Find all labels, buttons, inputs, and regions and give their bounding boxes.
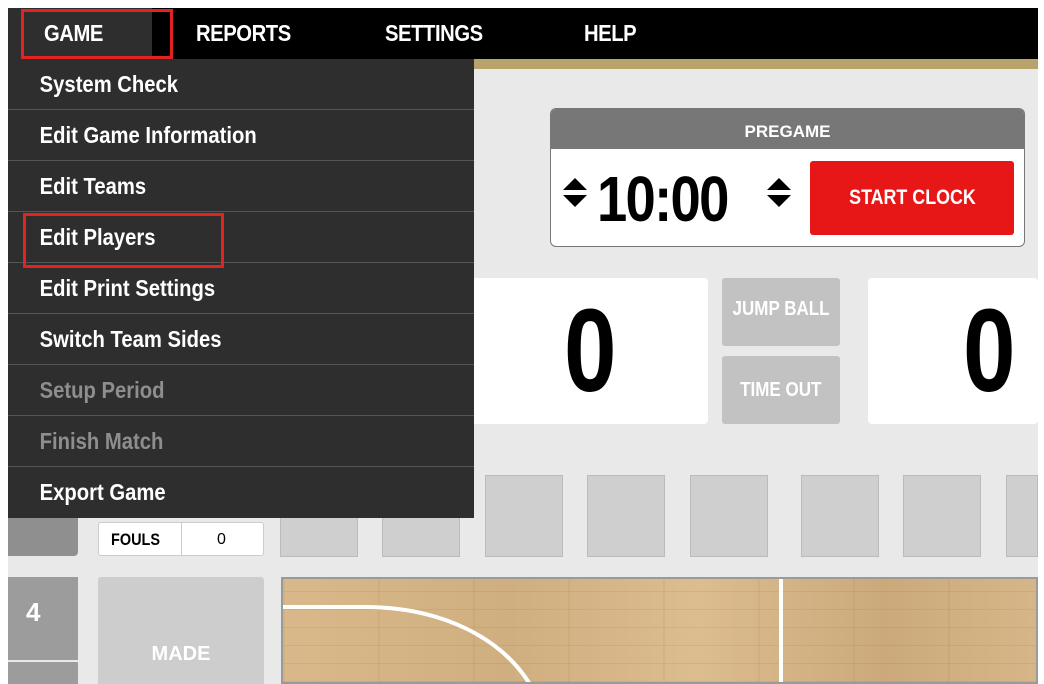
chevron-down-icon[interactable] [563, 195, 587, 207]
time-out-button[interactable]: TIME OUT [722, 356, 840, 424]
start-clock-button[interactable]: START CLOCK [810, 161, 1014, 235]
basketball-court[interactable] [281, 577, 1038, 684]
menu-item-export-game[interactable]: Export Game [8, 467, 474, 518]
player-slot[interactable] [1006, 475, 1038, 557]
nav-game-label: GAME [44, 20, 103, 46]
fouls-label: FOULS [111, 530, 160, 549]
top-nav-bar: GAME REPORTS SETTINGS HELP [8, 8, 1038, 59]
menu-item-edit-print-settings[interactable]: Edit Print Settings [8, 263, 474, 314]
menu-item-label: Edit Players [39, 224, 156, 250]
menu-item-finish-match: Finish Match [8, 416, 474, 467]
menu-item-edit-players[interactable]: Edit Players [8, 212, 474, 263]
fouls-divider [181, 523, 182, 555]
nav-help-menu[interactable]: HELP [584, 8, 637, 59]
app-frame: GAME REPORTS SETTINGS HELP PREGAME 10:00… [8, 8, 1038, 684]
nav-game-menu[interactable]: GAME [8, 8, 152, 59]
menu-item-label: Edit Game Information [39, 122, 257, 148]
game-clock-panel: PREGAME 10:00 START CLOCK [550, 108, 1025, 247]
jump-ball-button[interactable]: JUMP BALL [722, 278, 840, 346]
nav-settings-menu[interactable]: SETTINGS [385, 8, 483, 59]
chevron-up-icon[interactable] [767, 178, 791, 190]
made-label: MADE [151, 643, 211, 665]
menu-item-label: Setup Period [39, 377, 165, 403]
divider [8, 660, 78, 662]
menu-item-edit-game-information[interactable]: Edit Game Information [8, 110, 474, 161]
menu-item-switch-team-sides[interactable]: Switch Team Sides [8, 314, 474, 365]
home-score-box: 0 [472, 278, 708, 424]
home-score: 0 [564, 285, 617, 417]
minutes-adjust-arrows[interactable] [563, 178, 587, 207]
jump-ball-label: JUMP BALL [732, 298, 830, 320]
menu-item-label: Finish Match [39, 428, 164, 454]
player-number: 4 [26, 597, 41, 627]
away-score: 0 [963, 285, 1016, 417]
chevron-up-icon[interactable] [563, 178, 587, 190]
court-lines [283, 579, 783, 682]
time-out-label: TIME OUT [740, 379, 822, 401]
game-dropdown-menu: System Check Edit Game Information Edit … [8, 59, 474, 518]
seconds-adjust-arrows[interactable] [767, 178, 791, 207]
menu-item-label: Switch Team Sides [39, 326, 222, 352]
fouls-value: 0 [217, 531, 226, 548]
away-score-box: 0 [868, 278, 1038, 424]
team-fouls-box: FOULS 0 [98, 522, 264, 556]
nav-reports-menu[interactable]: REPORTS [196, 8, 291, 59]
player-slot[interactable] [690, 475, 768, 557]
team-tile[interactable] [8, 518, 78, 556]
menu-item-system-check[interactable]: System Check [8, 59, 474, 110]
menu-item-label: Edit Teams [39, 173, 147, 199]
player-slot[interactable] [801, 475, 879, 557]
menu-item-label: Edit Print Settings [39, 275, 216, 301]
player-number-column[interactable]: 4 [8, 577, 78, 684]
menu-item-setup-period: Setup Period [8, 365, 474, 416]
clock-status: PREGAME [551, 109, 1024, 149]
clock-time: 10:00 [597, 163, 729, 235]
menu-item-label: Export Game [39, 479, 166, 505]
chevron-down-icon[interactable] [767, 195, 791, 207]
menu-item-label: System Check [39, 71, 179, 97]
player-slot[interactable] [485, 475, 563, 557]
made-shot-button[interactable]: MADE [98, 577, 264, 684]
player-slot[interactable] [587, 475, 665, 557]
player-slot[interactable] [903, 475, 981, 557]
menu-item-edit-teams[interactable]: Edit Teams [8, 161, 474, 212]
start-clock-label: START CLOCK [848, 186, 976, 209]
